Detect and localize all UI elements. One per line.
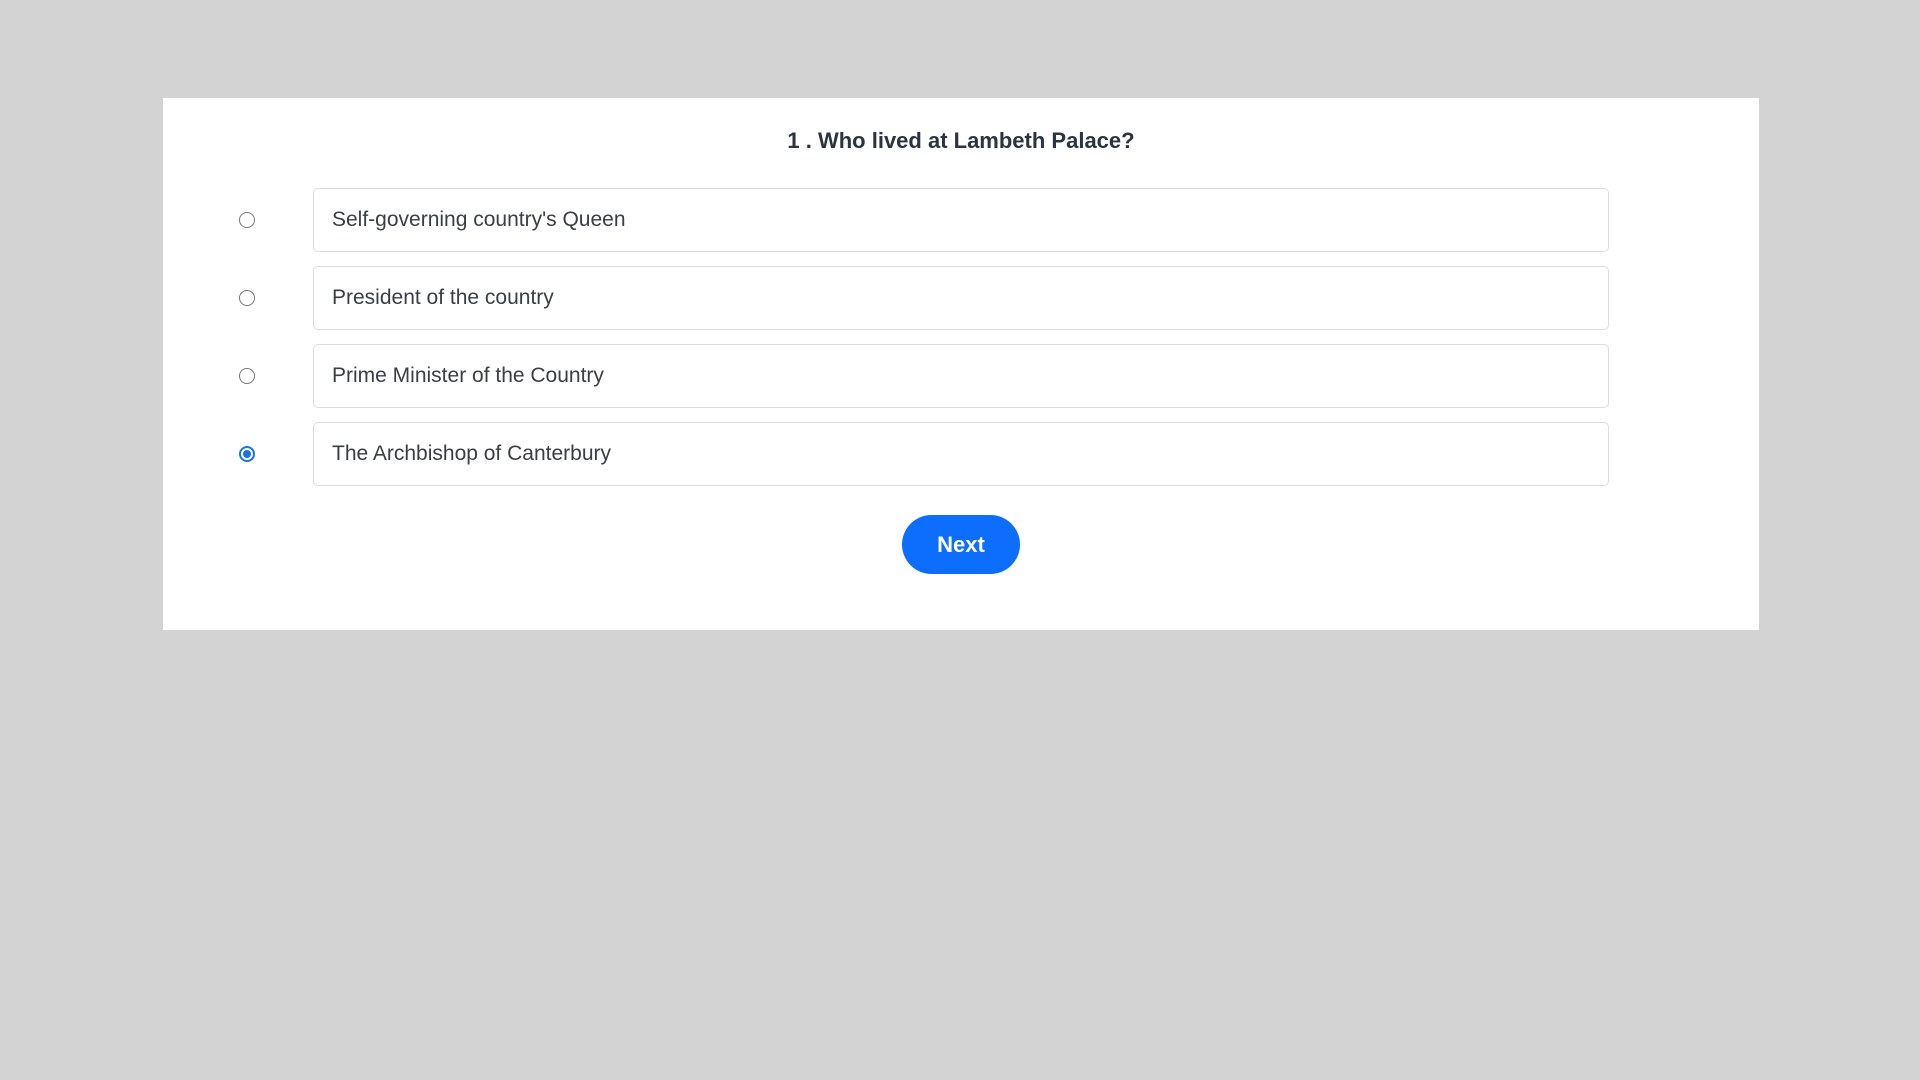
option-radio-1[interactable] (239, 212, 255, 228)
option-box-4[interactable]: The Archbishop of Canterbury (313, 422, 1609, 486)
option-row-4: The Archbishop of Canterbury (163, 422, 1759, 486)
question-title: 1 . Who lived at Lambeth Palace? (787, 128, 1135, 153)
option-radio-2[interactable] (239, 290, 255, 306)
option-box-3[interactable]: Prime Minister of the Country (313, 344, 1609, 408)
quiz-card: 1 . Who lived at Lambeth Palace? Self-go… (163, 98, 1759, 630)
option-row-2: President of the country (163, 266, 1759, 330)
option-radio-4[interactable] (239, 446, 255, 462)
option-row-3: Prime Minister of the Country (163, 344, 1759, 408)
option-row-1: Self-governing country's Queen (163, 188, 1759, 252)
next-button[interactable]: Next (902, 515, 1020, 574)
option-box-2[interactable]: President of the country (313, 266, 1609, 330)
option-radio-3[interactable] (239, 368, 255, 384)
option-box-1[interactable]: Self-governing country's Queen (313, 188, 1609, 252)
